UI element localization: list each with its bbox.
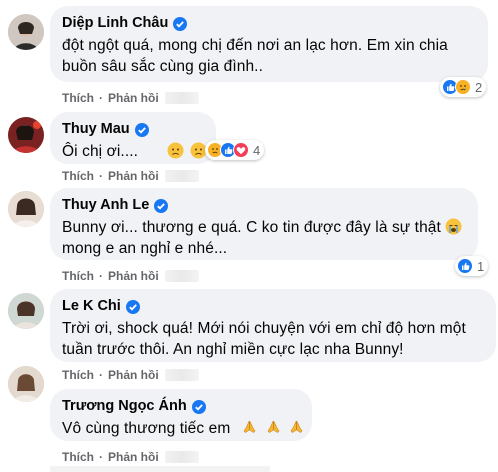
comment-author[interactable]: Diệp Linh Châu [62,14,476,33]
reaction-count: 4 [253,142,261,158]
folded-hands-emoji-icon [241,419,258,436]
timestamp-blurred [164,369,199,381]
comment-author[interactable]: Trương Ngọc Ánh [62,397,300,416]
avatar[interactable] [8,191,44,227]
verified-badge-icon [125,299,140,314]
separator: · [99,368,103,382]
comment-text-content: Vô cùng thương tiếc em [62,420,231,437]
timestamp-blurred [164,451,199,463]
comment-bubble: Le K Chi Trời ơi, shock quá! Mới nói chu… [50,289,496,362]
sad-reaction-icon [455,79,471,95]
author-name[interactable]: Diệp Linh Châu [62,14,168,33]
like-link[interactable]: Thích [62,450,94,464]
comment-actions: Thích · Phản hồi [62,169,199,183]
avatar[interactable] [8,293,44,329]
folded-hands-emoji-icon [288,419,305,436]
author-name[interactable]: Le K Chi [62,297,121,316]
comment-text-line: mong e an nghỉ e nhé... [62,240,228,257]
comment-text-line: Bunny ơi... thương e quá. C ko tin được … [62,219,441,236]
comment-text: Ôi chị ơi.... [62,141,231,162]
author-name[interactable]: Thuy Mau [62,120,130,139]
comment-bubble: Trương Ngọc Ánh Vô cùng thương tiếc em [50,389,312,441]
verified-badge-icon [134,122,149,137]
author-name[interactable]: Thuy Anh Le [62,196,149,215]
reaction-count: 2 [475,79,483,95]
like-link[interactable]: Thích [62,368,94,382]
comment-text-content: Ôi chị ơi.... [62,143,139,160]
avatar[interactable] [8,117,44,153]
comment-author[interactable]: Le K Chi [62,297,484,316]
verified-badge-icon [154,198,169,213]
avatar[interactable] [8,366,44,402]
comment-author[interactable]: Thuy Mau [62,120,204,139]
reaction-count: 1 [477,258,485,274]
verified-badge-icon [173,16,188,31]
sad-face-emoji-icon [167,142,184,159]
reply-link[interactable]: Phản hồi [108,450,159,464]
reaction-summary[interactable]: 2 [440,77,487,97]
verified-badge-icon [191,399,206,414]
comment-actions: Thích · Phản hồi [62,91,199,105]
like-link[interactable]: Thích [62,91,94,105]
comment-author[interactable]: Thuy Anh Le [62,196,466,215]
comment-text: Trời ơi, shock quá! Mới nói chuyện với e… [62,320,466,358]
author-name[interactable]: Trương Ngọc Ánh [62,397,187,416]
like-link[interactable]: Thích [62,169,94,183]
folded-hands-emoji-icon [265,419,282,436]
separator: · [99,91,103,105]
timestamp-blurred [164,170,199,182]
reply-link[interactable]: Phản hồi [108,169,159,183]
like-link[interactable]: Thích [62,269,94,283]
love-reaction-icon [233,142,249,158]
comment-actions: Thích · Phản hồi [62,368,199,382]
timestamp-blurred [164,92,199,104]
comment-bubble: Diệp Linh Châu đột ngột quá, mong chị đế… [50,6,488,82]
reply-link[interactable]: Phản hồi [108,269,159,283]
comment-bubble: Thuy Mau Ôi chị ơi.... [50,112,231,164]
comment-text: đột ngột quá, mong chị đến nơi an lạc hơ… [62,37,448,75]
reaction-summary[interactable]: 4 [205,140,265,160]
timestamp-blurred [164,270,199,282]
separator: · [99,450,103,464]
comment-actions: Thích · Phản hồi [62,450,199,464]
avatar[interactable] [8,14,44,50]
reply-link[interactable]: Phản hồi [108,91,159,105]
reply-link[interactable]: Phản hồi [108,368,159,382]
reaction-summary[interactable]: 1 [455,256,489,276]
separator: · [99,269,103,283]
comment-text: Vô cùng thương tiếc em [62,418,303,439]
next-comment-blurred [50,466,270,472]
comment-actions: Thích · Phản hồi [62,269,199,283]
like-reaction-icon [457,258,473,274]
crying-face-emoji-icon [445,218,462,235]
comment-text: Bunny ơi... thương e quá. C ko tin được … [62,217,466,259]
separator: · [99,169,103,183]
comment-bubble: Thuy Anh Le Bunny ơi... thương e quá. C … [50,188,478,260]
